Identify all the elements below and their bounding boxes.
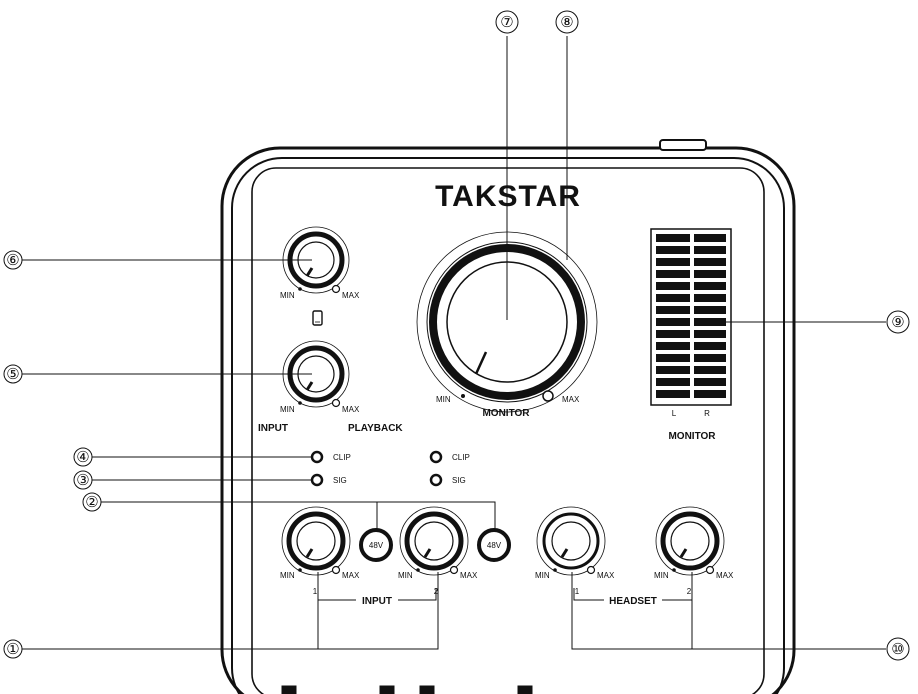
clip-led	[310, 450, 324, 464]
max-label: MAX	[342, 405, 360, 414]
meter-right-label: R	[704, 409, 710, 418]
min-label: MIN	[654, 571, 669, 580]
meter-segment-left	[656, 378, 690, 386]
meter-segment-right	[694, 294, 726, 302]
headset-ch1-label: 1	[575, 587, 580, 596]
callout-8: ⑧	[560, 14, 573, 31]
input-mix-label: INPUT	[258, 423, 288, 434]
callout-1: ①	[6, 641, 19, 658]
callout-2: ②	[85, 494, 98, 511]
phantom-power-label: 48V	[369, 541, 384, 550]
meter-segment-right	[694, 390, 726, 398]
meter-segment-left	[656, 318, 690, 326]
meter-segment-right	[694, 258, 726, 266]
min-label: MIN	[398, 571, 413, 580]
meter-segment-left	[656, 246, 690, 254]
callout-4: ④	[76, 449, 89, 466]
callout-9: ⑨	[891, 314, 904, 331]
meter-left-label: L	[672, 409, 677, 418]
headset-ch2-label: 2	[687, 587, 692, 596]
meter-segment-left	[656, 270, 690, 278]
meter-segment-left	[656, 342, 690, 350]
callout-6: ⑥	[6, 252, 19, 269]
input-gain-knob-2[interactable]	[399, 506, 469, 576]
callout-5: ⑤	[6, 366, 19, 383]
clip-led	[429, 450, 443, 464]
monitor-knob-label: MONITOR	[482, 408, 530, 419]
meter-segment-right	[694, 306, 726, 314]
clip-label: CLIP	[452, 453, 470, 462]
meter-segment-left	[656, 234, 690, 242]
meter-segment-right	[694, 342, 726, 350]
headset-volume-knob-1[interactable]	[536, 506, 606, 576]
input-group-label: INPUT	[362, 596, 392, 607]
meter-segment-left	[656, 306, 690, 314]
interface-diagram: TAKSTAR MIN MAX MIN MAX INPUT PLAYBACK M…	[3, 10, 910, 694]
input-gain-knob-1[interactable]	[281, 506, 351, 576]
meter-segment-right	[694, 366, 726, 374]
input-ch1-label: 1	[313, 587, 318, 596]
min-label: MIN	[280, 291, 295, 300]
max-label: MAX	[342, 571, 360, 580]
min-label: MIN	[436, 395, 451, 404]
meter-segment-left	[656, 354, 690, 362]
sig-led	[310, 473, 324, 487]
meter-segment-left	[656, 390, 690, 398]
clip-label: CLIP	[333, 453, 351, 462]
meter-segment-left	[656, 258, 690, 266]
sig-led	[429, 473, 443, 487]
meter-segment-left	[656, 330, 690, 338]
meter-label: MONITOR	[668, 431, 716, 442]
callout-7: ⑦	[500, 14, 513, 31]
brand-logo: TAKSTAR	[435, 180, 581, 213]
meter-segment-right	[694, 270, 726, 278]
sig-label: SIG	[452, 476, 466, 485]
meter-segment-right	[694, 282, 726, 290]
min-label: MIN	[280, 405, 295, 414]
max-label: MAX	[460, 571, 478, 580]
meter-segment-right	[694, 234, 726, 242]
max-label: MAX	[597, 571, 615, 580]
callout-3: ③	[76, 472, 89, 489]
phantom-power-label: 48V	[487, 541, 502, 550]
meter-segment-left	[656, 366, 690, 374]
headset-volume-knob-2[interactable]	[655, 506, 725, 576]
max-label: MAX	[716, 571, 734, 580]
phone-icon	[312, 310, 323, 326]
min-label: MIN	[280, 571, 295, 580]
playback-mix-label: PLAYBACK	[348, 423, 403, 434]
sig-label: SIG	[333, 476, 347, 485]
callout-10: ⑩	[891, 641, 904, 658]
min-label: MIN	[535, 571, 550, 580]
level-meter	[650, 228, 732, 406]
meter-segment-left	[656, 282, 690, 290]
meter-segment-right	[694, 246, 726, 254]
meter-segment-right	[694, 354, 726, 362]
meter-segment-right	[694, 378, 726, 386]
max-label: MAX	[342, 291, 360, 300]
meter-segment-left	[656, 294, 690, 302]
meter-segment-right	[694, 330, 726, 338]
max-label: MAX	[562, 395, 580, 404]
headset-group-label: HEADSET	[609, 596, 657, 607]
